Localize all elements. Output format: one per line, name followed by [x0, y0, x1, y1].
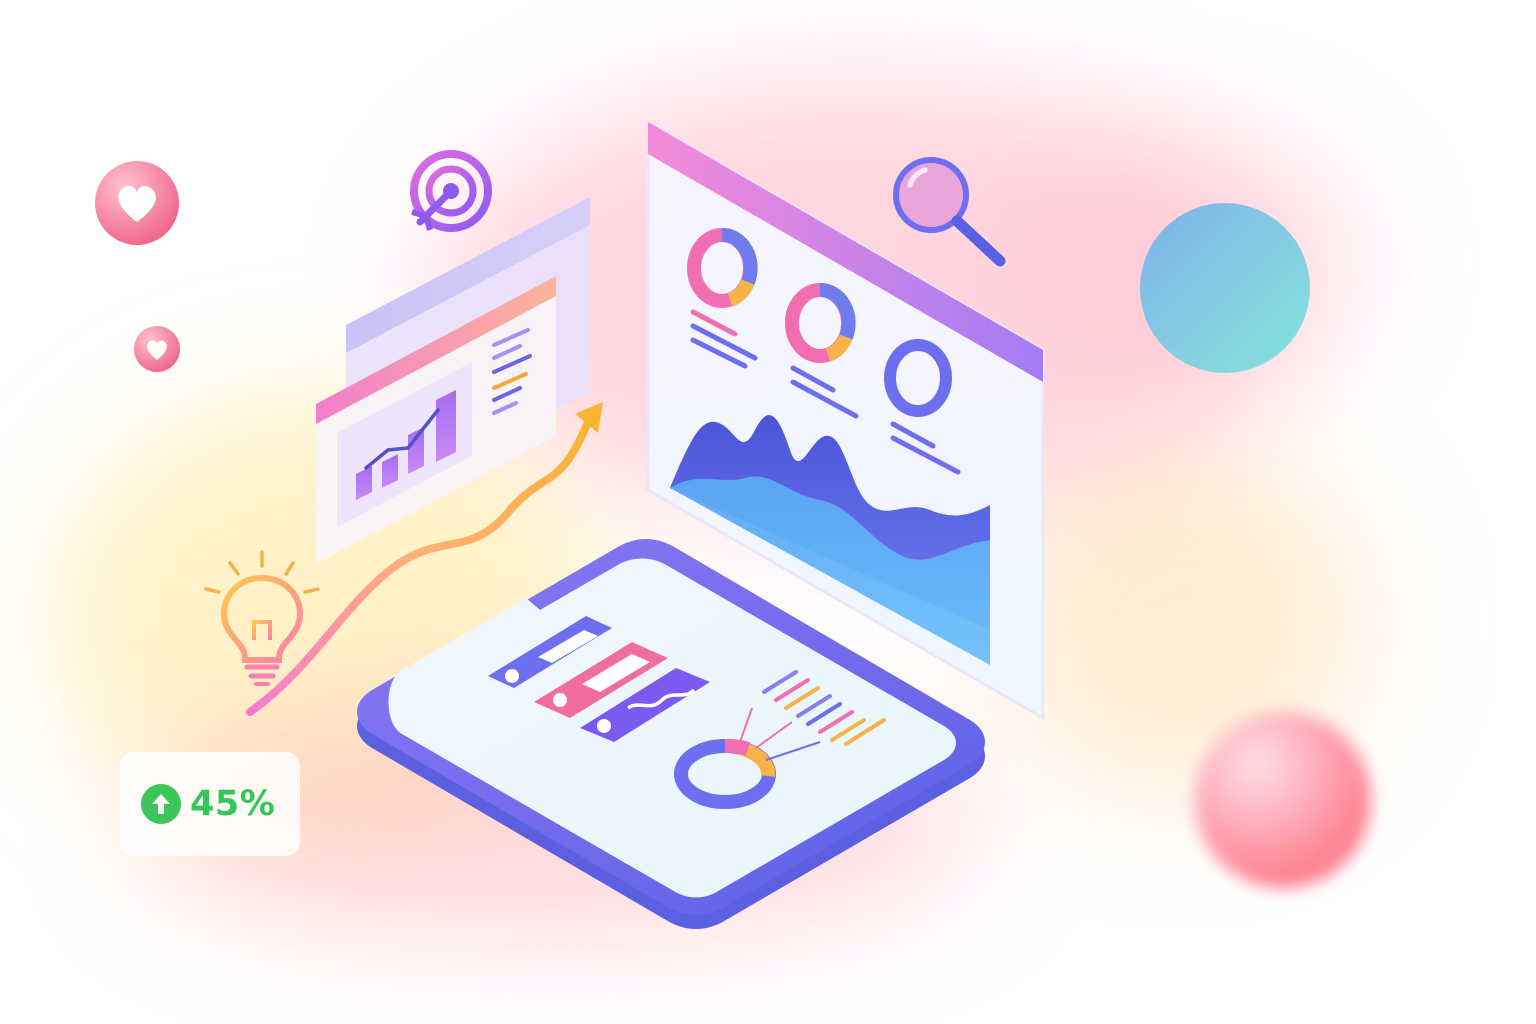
target-icon [410, 150, 492, 232]
heart-icon [134, 326, 180, 372]
teal-sphere [1140, 203, 1310, 373]
growth-percentage: 45% [190, 784, 276, 824]
heart-icon [95, 161, 179, 245]
analytics-illustration [50, 80, 1371, 940]
arrow-up-circle-icon [141, 784, 181, 824]
pink-sphere [1195, 712, 1371, 888]
stat-badge: 45% [120, 752, 300, 856]
illustration-stage: 45% [0, 0, 1536, 1024]
